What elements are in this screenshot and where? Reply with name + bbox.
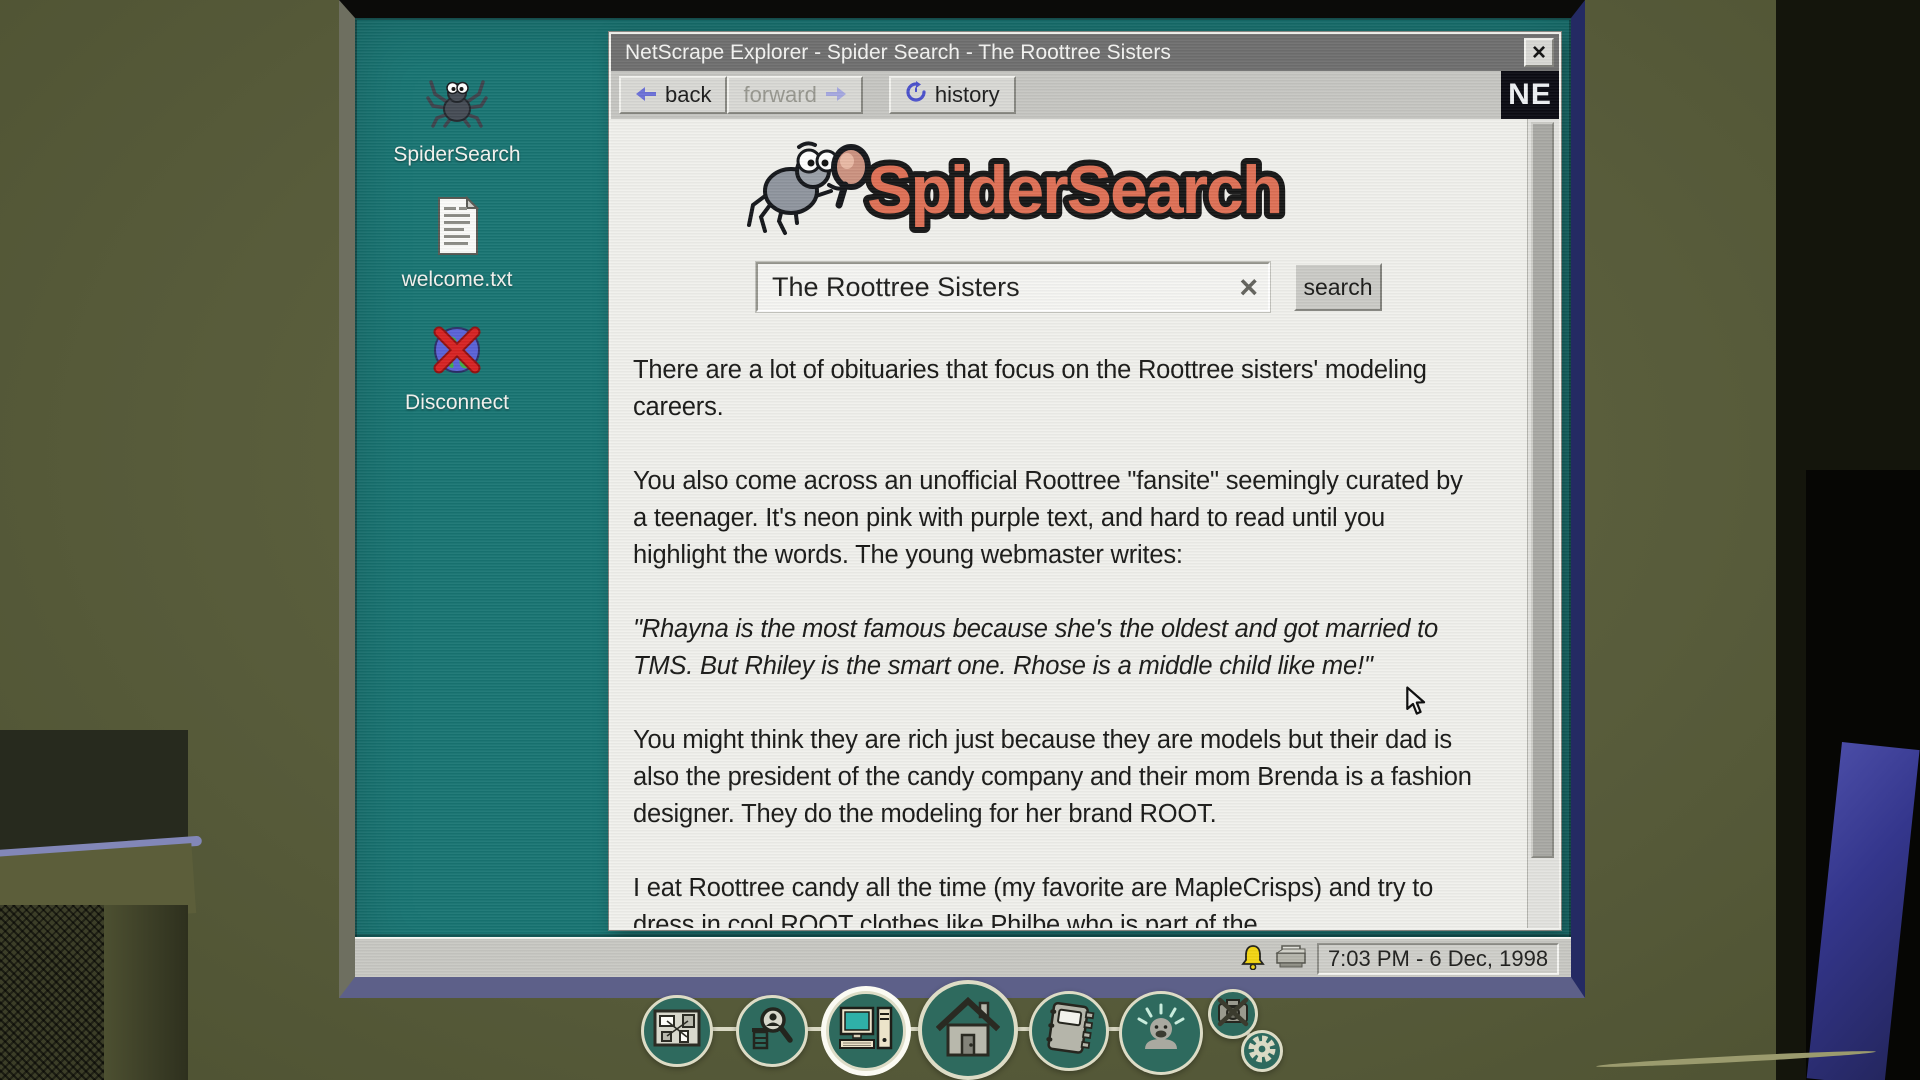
desktop-icon-label: welcome.txt: [401, 268, 513, 291]
history-button[interactable]: history: [888, 76, 1016, 114]
back-button[interactable]: back: [619, 76, 728, 114]
paragraph-clipped: I eat Roottree candy all the time (my fa…: [633, 874, 1434, 928]
camera-disabled-icon: [1216, 996, 1250, 1033]
text-file-icon: [429, 195, 485, 262]
monitor-screen: SpiderSearch welcome.txt Disconnect NetS…: [355, 18, 1571, 977]
dock-item-home[interactable]: [918, 980, 1018, 1080]
logo-spider-icon: [747, 141, 871, 235]
clock: 7:03 PM - 6 Dec, 1998: [1317, 943, 1559, 975]
logo-text: SpiderSearch: [867, 152, 1281, 228]
settings-gear-icon: [1247, 1034, 1277, 1069]
game-scene: SpiderSearch welcome.txt Disconnect NetS…: [0, 0, 1920, 1080]
history-label: history: [934, 82, 1000, 107]
evidence-board-icon: [653, 1007, 701, 1056]
spidersearch-logo: SpiderSearch: [611, 133, 1527, 248]
result-text: There are a lot of obituaries that focus…: [633, 352, 1475, 928]
desktop-icon-welcome-txt[interactable]: welcome.txt: [369, 195, 545, 292]
desktop-icon-spidersearch[interactable]: SpiderSearch: [369, 68, 545, 167]
os-taskbar: 7:03 PM - 6 Dec, 1998: [355, 937, 1571, 977]
dock-item-hint-duck[interactable]: [1119, 991, 1203, 1075]
search-button[interactable]: search: [1294, 263, 1382, 311]
scrollbar-thumb[interactable]: [1531, 122, 1554, 859]
quote-paragraph: "Rhayna is the most famous because she's…: [633, 615, 1439, 680]
scrollbar-track[interactable]: [1527, 119, 1559, 928]
history-icon: [905, 81, 927, 109]
desktop-icon-disconnect[interactable]: Disconnect: [369, 320, 545, 415]
netscrape-logo: NE: [1501, 71, 1559, 119]
forward-button[interactable]: forward: [727, 76, 863, 114]
paragraph: You might think they are rich just becau…: [633, 726, 1472, 828]
clear-search-icon[interactable]: ×: [1239, 266, 1258, 308]
forward-label: forward: [743, 82, 817, 107]
globe-disconnect-icon: [427, 320, 487, 385]
browser-toolbar: back forward history NE: [611, 71, 1559, 119]
spider-icon: [424, 68, 490, 137]
dock-item-camera-disabled[interactable]: [1208, 989, 1258, 1039]
journal-icon: [1043, 1001, 1095, 1061]
dock-item-settings[interactable]: [1241, 1030, 1283, 1072]
dock-item-evidence-board[interactable]: [641, 995, 713, 1067]
search-row: × search: [611, 262, 1527, 312]
computer-icon: [839, 1006, 893, 1057]
research-desk-icon: [749, 1006, 795, 1057]
couch-side: [104, 905, 188, 1080]
paragraph: You also come across an unofficial Roott…: [633, 467, 1463, 569]
window-titlebar[interactable]: NetScrape Explorer - Spider Search - The…: [611, 34, 1559, 71]
dock-item-journal[interactable]: [1029, 991, 1109, 1071]
back-arrow-icon: [635, 82, 657, 108]
desktop-icon-label: SpiderSearch: [393, 143, 521, 166]
forward-arrow-icon: [825, 82, 847, 108]
page-content: SpiderSearch × search There are a lot of: [611, 119, 1559, 928]
speaker-mesh: [0, 905, 104, 1080]
bell-icon[interactable]: [1241, 944, 1265, 975]
close-icon: ×: [1531, 39, 1546, 66]
desktop-icon-label: Disconnect: [405, 391, 509, 414]
search-box: ×: [756, 262, 1270, 312]
desktop-icon-column: SpiderSearch welcome.txt Disconnect: [369, 68, 545, 443]
paragraph: There are a lot of obituaries that focus…: [633, 356, 1427, 421]
dock-item-computer[interactable]: [826, 991, 906, 1071]
printer-icon[interactable]: [1275, 944, 1307, 974]
dock-item-research-desk[interactable]: [736, 995, 808, 1067]
back-label: back: [665, 82, 712, 107]
browser-window: NetScrape Explorer - Spider Search - The…: [609, 32, 1561, 930]
hint-duck-icon: [1133, 1003, 1189, 1064]
search-input[interactable]: [758, 264, 1198, 310]
window-title: NetScrape Explorer - Spider Search - The…: [625, 40, 1171, 64]
home-icon: [935, 996, 1001, 1064]
crt-monitor: SpiderSearch welcome.txt Disconnect NetS…: [339, 0, 1585, 998]
close-button[interactable]: ×: [1524, 38, 1554, 67]
